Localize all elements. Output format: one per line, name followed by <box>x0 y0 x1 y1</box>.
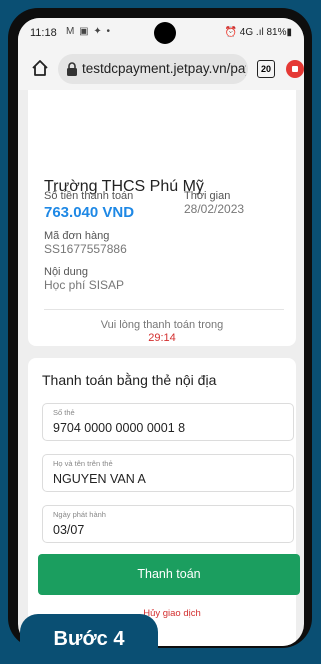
card-number-value: 9704 0000 0000 0001 8 <box>53 421 186 435</box>
step-badge: Bước 4 <box>20 614 158 664</box>
lock-icon <box>67 62 77 76</box>
notification-icons: M ▣ ✦ • <box>66 26 111 37</box>
card-holder-value: NGUYEN VAN A <box>53 472 146 486</box>
content-label: Nội dung <box>44 266 89 278</box>
countdown-timer: 29:14 <box>148 332 176 344</box>
form-title: Thanh toán bằng thẻ nội địa <box>42 372 217 388</box>
payment-notice: Vui lòng thanh toán trong <box>100 319 224 331</box>
issue-date-field[interactable]: Ngày phát hành 03/07 <box>42 505 294 543</box>
time-label: Thời gian <box>184 190 231 202</box>
domestic-card-form: Thanh toán bằng thẻ nội địa Số thẻ 9704 … <box>28 358 300 646</box>
issue-date-value: 03/07 <box>53 523 85 537</box>
address-bar[interactable]: testdcpayment.jetpay.vn/pay <box>58 54 248 84</box>
card-number-field[interactable]: Số thẻ 9704 0000 0000 0001 8 <box>42 403 294 441</box>
time-value: 28/02/2023 <box>184 202 245 216</box>
content-value: Học phí SISAP <box>44 278 125 292</box>
front-camera <box>154 22 176 44</box>
card-holder-label: Họ và tên trên thẻ <box>53 459 113 468</box>
divider <box>44 309 284 310</box>
card-holder-field[interactable]: Họ và tên trên thẻ NGUYEN VAN A <box>42 454 294 492</box>
url-text: testdcpayment.jetpay.vn/pay <box>82 61 246 76</box>
amount-label: Số tiền thanh toán <box>44 190 134 202</box>
order-info-card: Trường THCS Phú Mỹ Số tiền thanh toán 76… <box>28 90 296 346</box>
card-number-label: Số thẻ <box>53 408 75 417</box>
home-icon[interactable] <box>30 58 50 78</box>
browser-toolbar: testdcpayment.jetpay.vn/pay 20 <box>18 48 304 90</box>
pay-button[interactable]: Thanh toán <box>38 554 300 595</box>
amount-value: 763.040 VND <box>44 204 135 221</box>
status-time: 11:18 <box>30 27 57 39</box>
phone-screen: 11:18 M ▣ ✦ • ⏰ 4G .ıl 81%▮ testdcpaymen… <box>18 18 304 646</box>
tabs-count-icon[interactable]: 20 <box>257 60 275 78</box>
order-id-value: SS1677557886 <box>44 242 127 256</box>
browser-menu-icon[interactable] <box>286 60 304 78</box>
order-id-label: Mã đơn hàng <box>44 230 110 242</box>
status-right-icons: ⏰ 4G .ıl 81%▮ <box>224 27 292 38</box>
issue-date-label: Ngày phát hành <box>53 510 106 519</box>
